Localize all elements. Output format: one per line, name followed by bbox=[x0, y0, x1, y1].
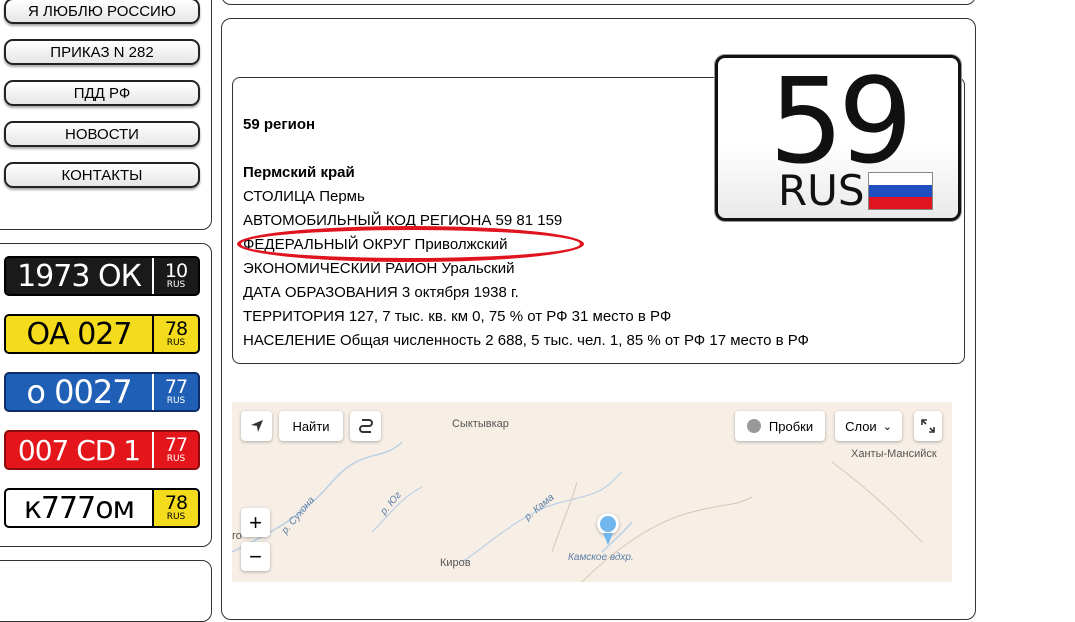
nav-button-order-282[interactable]: ПРИКАЗ N 282 bbox=[4, 39, 200, 65]
geolocation-icon[interactable] bbox=[241, 411, 272, 441]
map-city-label: Киров bbox=[440, 557, 471, 569]
traffic-label: Пробки bbox=[768, 418, 814, 434]
map-city-label: Ханты-Мансийск bbox=[851, 448, 937, 460]
nav-button-news[interactable]: НОВОСТИ bbox=[4, 121, 200, 147]
plate-region: 78 RUS bbox=[152, 490, 198, 526]
nav-button-traffic-rules[interactable]: ПДД РФ bbox=[4, 80, 200, 106]
nav-button-i-love-russia[interactable]: Я ЛЮБЛЮ РОССИЮ bbox=[4, 0, 200, 24]
plate-rus: RUS bbox=[166, 396, 186, 406]
map-pin-tail bbox=[603, 533, 613, 545]
traffic-button[interactable]: Пробки bbox=[735, 411, 825, 441]
plate-rus: RUS bbox=[166, 280, 186, 290]
plate-red[interactable]: 007 CD 1 77 RUS bbox=[4, 430, 200, 470]
top-strip-panel bbox=[221, 0, 976, 5]
region-plate-image: 59 RUS bbox=[715, 52, 961, 221]
plate-region: 77 RUS bbox=[152, 432, 198, 468]
nav-button-contacts[interactable]: КОНТАКТЫ bbox=[4, 162, 200, 188]
nav-panel bbox=[0, 0, 212, 230]
russian-flag-icon bbox=[868, 172, 933, 210]
map-pin-icon[interactable] bbox=[597, 513, 619, 535]
plate-region-code: 78 bbox=[164, 318, 188, 340]
map-reservoir-label: Камское вдхр. bbox=[568, 552, 634, 563]
map-find-button[interactable]: Найти bbox=[279, 411, 343, 441]
region-name: Пермский край bbox=[243, 164, 355, 181]
plate-number: 1973 ОК bbox=[17, 258, 142, 294]
plate-rus: RUS bbox=[166, 454, 186, 464]
map-city-label: Сыктывкар bbox=[452, 418, 509, 430]
zoom-out-button[interactable]: − bbox=[241, 542, 270, 571]
plate-yellow[interactable]: ОА 027 78 RUS bbox=[4, 314, 200, 354]
plate-region: 10 RUS bbox=[152, 258, 198, 294]
zoom-in-button[interactable]: + bbox=[241, 508, 270, 537]
plate-region-code: 77 bbox=[164, 434, 188, 456]
traffic-icon bbox=[746, 419, 761, 433]
fullscreen-icon[interactable] bbox=[914, 411, 942, 441]
bottom-panel bbox=[0, 560, 212, 622]
plate-black[interactable]: 1973 ОК 10 RUS bbox=[4, 256, 200, 296]
region-title: 59 регион bbox=[243, 116, 316, 133]
highlight-oval bbox=[237, 226, 584, 262]
plate-blue[interactable]: о 0027 77 RUS bbox=[4, 372, 200, 412]
plate-number: к777ом bbox=[23, 490, 135, 526]
plate-rus: RUS bbox=[166, 338, 186, 348]
chevron-down-icon: ⌄ bbox=[882, 420, 892, 433]
info-economic-region: ЭКОНОМИЧЕСКИЙ РАЙОН Уральский bbox=[243, 260, 515, 277]
plate-number: о 0027 bbox=[26, 373, 132, 411]
layers-label: Слои bbox=[845, 418, 877, 434]
plate-region-code: 10 bbox=[164, 260, 188, 282]
info-territory: ТЕРРИТОРИЯ 127, 7 тыс. кв. км 0, 75 % от… bbox=[243, 308, 672, 325]
plate-region: 78 RUS bbox=[152, 316, 198, 352]
route-icon[interactable] bbox=[350, 411, 381, 441]
plate-white-yellow[interactable]: к777ом 78 RUS bbox=[4, 488, 200, 528]
info-population: НАСЕЛЕНИЕ Общая численность 2 688, 5 тыс… bbox=[243, 332, 809, 349]
info-capital: СТОЛИЦА Пермь bbox=[243, 188, 365, 205]
region-plate-rus: RUS bbox=[778, 166, 865, 215]
yandex-map[interactable]: Найти Пробки Слои ⌄ Сыктывкар Ханты-Манс… bbox=[232, 402, 952, 582]
plate-region-code: 78 bbox=[164, 492, 188, 514]
plate-rus: RUS bbox=[166, 512, 186, 522]
info-founding-date: ДАТА ОБРАЗОВАНИЯ 3 октября 1938 г. bbox=[243, 284, 519, 301]
plate-number: 007 CD 1 bbox=[17, 433, 141, 467]
layers-button[interactable]: Слои ⌄ bbox=[835, 411, 902, 441]
plate-number: ОА 027 bbox=[26, 316, 133, 352]
plate-region: 77 RUS bbox=[152, 374, 198, 410]
plate-region-code: 77 bbox=[164, 376, 188, 398]
